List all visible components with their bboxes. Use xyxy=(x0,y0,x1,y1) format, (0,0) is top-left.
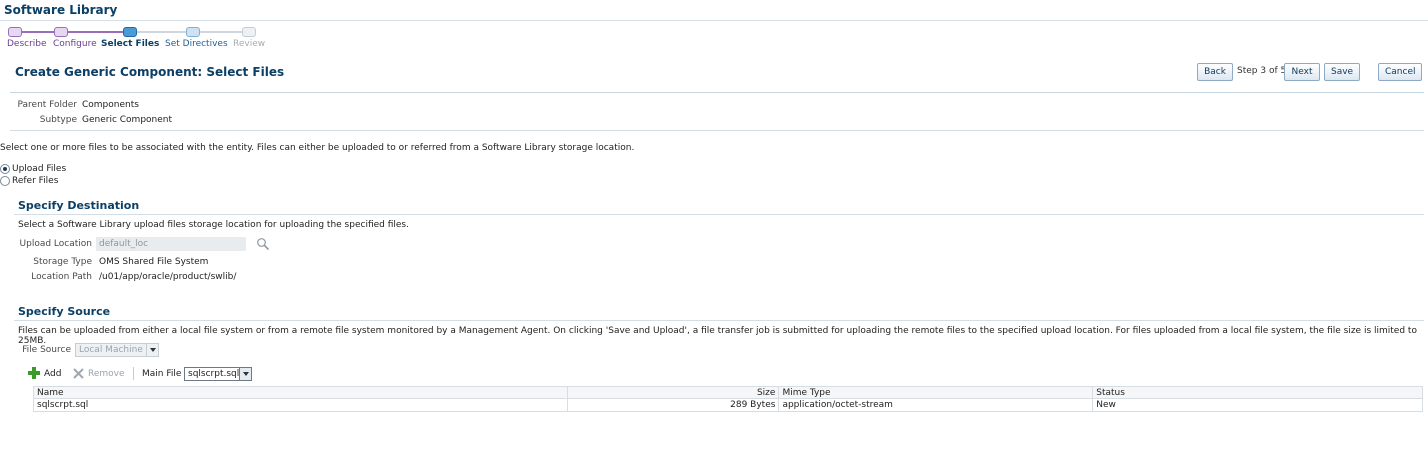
column-header-size[interactable]: Size xyxy=(567,386,780,399)
train-stop-describe[interactable] xyxy=(8,27,22,37)
destination-description: Select a Software Library upload files s… xyxy=(18,220,409,230)
destination-divider xyxy=(14,214,1424,215)
train-label-review: Review xyxy=(233,39,266,49)
file-mime-cell: application/octet-stream xyxy=(778,398,1094,412)
save-button[interactable]: Save xyxy=(1324,63,1360,81)
subtype-value: Generic Component xyxy=(82,115,173,125)
train-stop-set-directives[interactable] xyxy=(186,27,200,37)
train-connector xyxy=(22,31,54,33)
header-actions: Back Step 3 of 5 Next Save Cancel xyxy=(1194,62,1424,82)
add-icon[interactable] xyxy=(28,367,40,379)
source-description: Files can be uploaded from either a loca… xyxy=(18,326,1417,346)
back-button[interactable]: Back xyxy=(1197,63,1233,81)
column-header-name[interactable]: Name xyxy=(33,386,568,399)
column-header-mime-type[interactable]: Mime Type xyxy=(778,386,1094,399)
column-header-status[interactable]: Status xyxy=(1092,386,1423,399)
file-source-value: Local Machine xyxy=(79,345,143,355)
toolbar-separator xyxy=(133,367,134,380)
cancel-button[interactable]: Cancel xyxy=(1378,63,1422,81)
refer-files-label[interactable]: Refer Files xyxy=(12,176,58,186)
storage-type-label: Storage Type xyxy=(33,257,92,267)
table-row[interactable]: sqlscrpt.sql 289 Bytes application/octet… xyxy=(33,398,1423,412)
source-divider xyxy=(14,320,1424,321)
storage-type-value: OMS Shared File System xyxy=(99,257,209,267)
main-file-label: Main File xyxy=(142,369,182,379)
remove-icon xyxy=(73,368,84,379)
search-icon[interactable] xyxy=(256,237,270,251)
add-button[interactable]: Add xyxy=(44,369,61,379)
train-label-configure[interactable]: Configure xyxy=(53,39,97,49)
train-connector xyxy=(136,31,186,33)
chevron-down-icon[interactable] xyxy=(239,368,251,380)
train-stop-configure[interactable] xyxy=(54,27,68,37)
train-stop-select-files xyxy=(123,27,137,37)
app-title: Software Library xyxy=(4,3,118,17)
upload-files-label[interactable]: Upload Files xyxy=(12,164,66,174)
wizard-train: Describe Configure Select Files Set Dire… xyxy=(0,22,280,50)
file-source-select: Local Machine xyxy=(75,343,159,357)
train-label-describe[interactable]: Describe xyxy=(7,39,47,49)
main-file-value: sqlscrpt.sql xyxy=(188,369,240,379)
destination-section-title: Specify Destination xyxy=(18,199,140,212)
train-connector xyxy=(200,31,242,33)
files-table: Name Size Mime Type Status sqlscrpt.sql … xyxy=(33,386,1423,412)
refer-files-radio[interactable] xyxy=(0,176,10,186)
file-source-label: File Source xyxy=(22,345,71,355)
location-path-label: Location Path xyxy=(31,272,92,282)
intro-text: Select one or more files to be associate… xyxy=(0,143,635,153)
file-size-cell: 289 Bytes xyxy=(567,398,780,412)
upload-location-label: Upload Location xyxy=(19,239,92,249)
subtype-label: Subtype xyxy=(39,115,77,125)
parent-folder-value: Components xyxy=(82,100,139,110)
upload-files-radio[interactable] xyxy=(0,164,10,174)
location-path-value: /u01/app/oracle/product/swlib/ xyxy=(99,272,237,282)
next-button[interactable]: Next xyxy=(1284,63,1320,81)
main-file-select[interactable]: sqlscrpt.sql xyxy=(184,367,252,381)
header-divider xyxy=(10,92,1424,93)
train-stop-review xyxy=(242,27,256,37)
train-label-select-files: Select Files xyxy=(101,39,160,49)
table-header-row: Name Size Mime Type Status xyxy=(33,386,1423,399)
file-status-cell: New xyxy=(1092,398,1423,412)
chevron-down-icon xyxy=(146,344,158,356)
page-title: Create Generic Component: Select Files xyxy=(15,65,285,79)
step-indicator: Step 3 of 5 xyxy=(1237,66,1287,76)
parent-folder-label: Parent Folder xyxy=(17,100,77,110)
upload-location-input xyxy=(96,237,246,251)
remove-button: Remove xyxy=(88,369,125,379)
file-name-cell: sqlscrpt.sql xyxy=(33,398,568,412)
title-divider xyxy=(0,20,1428,21)
source-section-title: Specify Source xyxy=(18,305,111,318)
train-connector xyxy=(67,31,123,33)
train-label-set-directives[interactable]: Set Directives xyxy=(165,39,228,49)
info-divider xyxy=(10,130,1424,131)
